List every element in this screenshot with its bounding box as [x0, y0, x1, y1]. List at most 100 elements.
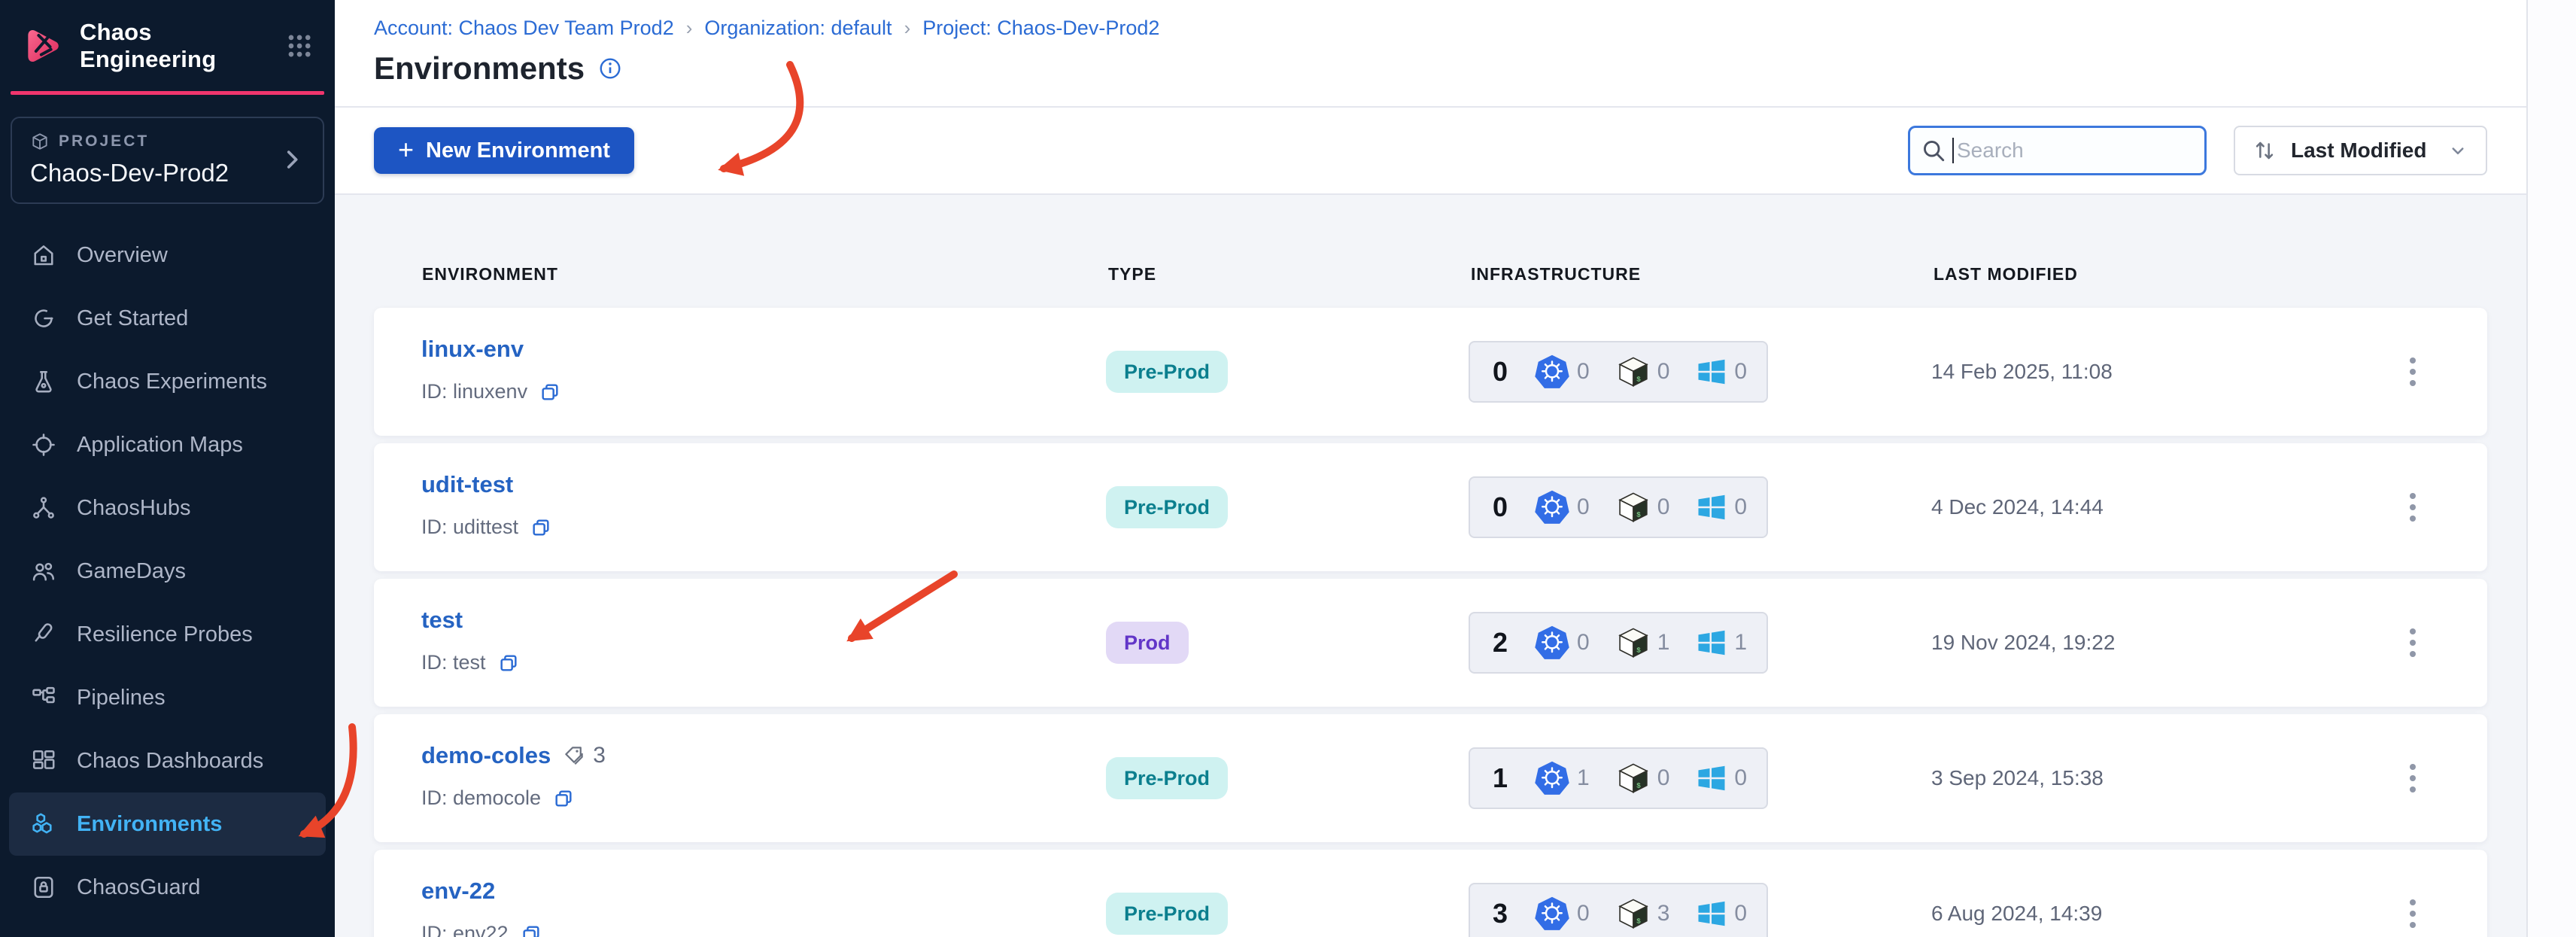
infrastructure-summary: 2 0 $ 1 1 [1469, 612, 1768, 674]
home-icon [30, 242, 57, 269]
hexagons-icon [30, 811, 57, 838]
breadcrumb-account-link[interactable]: Account: Chaos Dev Team Prod2 [374, 17, 674, 40]
table-body: linux-env ID: linuxenv Pre-Prod 0 0 $ 0 … [374, 308, 2487, 937]
chevron-down-icon [2452, 148, 2464, 154]
environment-name-link[interactable]: udit-test [421, 470, 513, 499]
type-badge: Pre-Prod [1106, 351, 1229, 393]
kubernetes-icon [1535, 625, 1569, 659]
copy-icon[interactable] [539, 382, 560, 403]
environment-name-link[interactable]: env-22 [421, 877, 495, 905]
copy-icon[interactable] [521, 923, 542, 937]
type-badge: Pre-Prod [1106, 757, 1229, 799]
last-modified-value: 6 Aug 2024, 14:39 [1931, 902, 2103, 925]
tag-icon [565, 747, 584, 765]
sidebar: Chaos Engineering PROJECT Chaos-Dev-Prod… [0, 0, 335, 937]
project-label: PROJECT [59, 132, 150, 150]
breadcrumb-separator: › [904, 17, 911, 39]
sidebar-item-get-started[interactable]: Get Started [9, 287, 326, 350]
environment-name-link[interactable]: linux-env [421, 335, 524, 364]
environment-name-link[interactable]: demo-coles [421, 741, 551, 770]
lock-icon [30, 874, 57, 901]
type-badge: Prod [1106, 622, 1189, 664]
sidebar-item-pipelines[interactable]: Pipelines [9, 666, 326, 729]
row-menu-button[interactable] [2396, 754, 2429, 802]
cube-icon [32, 133, 47, 150]
breadcrumb-organization-link[interactable]: Organization: default [704, 17, 892, 40]
module-title: Chaos Engineering [80, 18, 217, 72]
sidebar-item-resilience-probes[interactable]: Resilience Probes [9, 603, 326, 666]
tags-badge: 3 [563, 743, 606, 768]
page-title: Environments [374, 50, 585, 86]
copy-icon[interactable] [498, 653, 519, 674]
page-header: Account: Chaos Dev Team Prod2 › Organiza… [335, 0, 2526, 108]
scrollbar-track[interactable] [2526, 0, 2576, 937]
infrastructure-summary: 1 1 $ 0 0 [1469, 747, 1768, 809]
windows-icon [1698, 765, 1725, 791]
sort-selected-value: Last Modified [2291, 138, 2427, 162]
type-badge: Pre-Prod [1106, 486, 1229, 528]
environment-id: ID: udittest [421, 516, 519, 538]
row-menu-button[interactable] [2396, 348, 2429, 396]
app-switcher-icon[interactable] [285, 31, 314, 61]
environment-name-link[interactable]: test [421, 606, 463, 634]
new-environment-button[interactable]: + New Environment [374, 127, 634, 174]
svg-text:$: $ [1636, 917, 1641, 925]
new-environment-label: New Environment [426, 138, 610, 163]
table-row[interactable]: env-22 ID: env22 Pre-Prod 3 0 $ 3 0 6 Au… [374, 850, 2487, 937]
linux-icon: $ [1618, 357, 1648, 387]
table-row[interactable]: test ID: test Prod 2 0 $ 1 1 19 Nov 2024… [374, 579, 2487, 707]
sidebar-item-overview[interactable]: Overview [9, 224, 326, 287]
sidebar-item-chaos-dashboards[interactable]: Chaos Dashboards [9, 729, 326, 792]
infrastructure-summary: 0 0 $ 0 0 [1469, 341, 1768, 403]
linux-icon: $ [1618, 628, 1648, 658]
hub-icon [30, 494, 57, 522]
last-modified-value: 19 Nov 2024, 19:22 [1931, 631, 2116, 654]
sidebar-item-chaosguard[interactable]: ChaosGuard [9, 856, 326, 919]
environment-id: ID: democole [421, 786, 542, 809]
sidebar-item-gamedays[interactable]: GameDays [9, 540, 326, 603]
table-row[interactable]: linux-env ID: linuxenv Pre-Prod 0 0 $ 0 … [374, 308, 2487, 436]
kubernetes-count: 0 [1535, 354, 1590, 389]
row-menu-button[interactable] [2396, 619, 2429, 667]
pipeline-icon [30, 684, 57, 711]
sidebar-item-chaos-experiments[interactable]: Chaos Experiments [9, 350, 326, 413]
kubernetes-count: 0 [1535, 625, 1590, 660]
row-menu-button[interactable] [2396, 483, 2429, 531]
breadcrumb-project-link[interactable]: Project: Chaos-Dev-Prod2 [922, 17, 1159, 40]
chaos-engineering-logo[interactable] [21, 25, 63, 67]
sort-dropdown[interactable]: Last Modified [2234, 126, 2487, 175]
people-icon [30, 558, 57, 585]
main-content: Account: Chaos Dev Team Prod2 › Organiza… [335, 0, 2576, 937]
chevron-right-icon [287, 151, 298, 169]
breadcrumb-separator: › [685, 17, 693, 39]
last-modified-value: 4 Dec 2024, 14:44 [1931, 495, 2104, 519]
table-row[interactable]: demo-coles 3 ID: democole Pre-Prod 1 1 $… [374, 714, 2487, 842]
linux-icon: $ [1618, 899, 1648, 929]
row-menu-button[interactable] [2396, 890, 2429, 937]
kubernetes-count: 1 [1535, 761, 1590, 796]
environments-table: ENVIRONMENT TYPE INFRASTRUCTURE LAST MOD… [335, 264, 2526, 937]
plus-icon: + [398, 133, 415, 165]
breadcrumb: Account: Chaos Dev Team Prod2 › Organiza… [374, 17, 2487, 40]
kubernetes-icon [1535, 896, 1569, 930]
windows-icon [1698, 359, 1725, 385]
linux-count: $ 0 [1617, 762, 1669, 795]
target-icon [30, 431, 57, 458]
infra-total-count: 0 [1493, 356, 1508, 387]
module-accent-bar [11, 91, 324, 95]
sidebar-item-chaoshubs[interactable]: ChaosHubs [9, 476, 326, 540]
sidebar-item-application-maps[interactable]: Application Maps [9, 413, 326, 476]
kubernetes-icon [1535, 761, 1569, 795]
sidebar-item-environments[interactable]: Environments [9, 792, 326, 856]
app-window: Chaos Engineering PROJECT Chaos-Dev-Prod… [0, 0, 2576, 937]
linux-icon: $ [1618, 492, 1648, 522]
copy-icon[interactable] [530, 517, 551, 538]
table-row[interactable]: udit-test ID: udittest Pre-Prod 0 0 $ 0 … [374, 443, 2487, 571]
copy-icon[interactable] [553, 788, 574, 809]
kubernetes-icon [1535, 490, 1569, 524]
project-selector[interactable]: PROJECT Chaos-Dev-Prod2 [11, 117, 324, 204]
linux-count: $ 0 [1617, 491, 1669, 524]
linux-count: $ 3 [1617, 897, 1669, 930]
column-header-infrastructure: INFRASTRUCTURE [1471, 264, 1642, 284]
info-icon[interactable] [598, 56, 622, 81]
